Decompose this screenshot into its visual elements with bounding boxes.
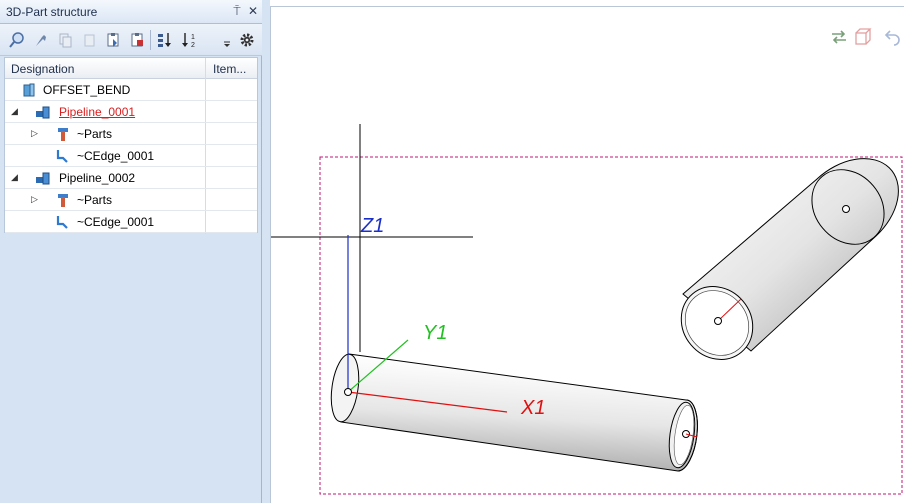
panel-toolbar: 12 <box>0 24 262 56</box>
expand-toggle[interactable]: ▷ <box>31 128 38 139</box>
tree-row[interactable]: ◢ Pipeline_0001 <box>5 101 257 123</box>
pipeline-icon <box>35 170 51 186</box>
column-item[interactable]: Item... <box>213 62 246 76</box>
copy-icon[interactable] <box>56 31 74 49</box>
scene-canvas: Z1 Y1 X1 <box>271 124 903 495</box>
paste-icon[interactable] <box>104 31 122 49</box>
panel-splitter[interactable] <box>262 0 270 503</box>
parts-icon <box>55 126 71 142</box>
edge-icon <box>55 214 71 230</box>
find-icon[interactable] <box>8 31 26 49</box>
panel-title: 3D-Part structure <box>6 5 98 19</box>
z-axis-label: Z1 <box>360 215 384 237</box>
assembly-icon <box>21 82 37 98</box>
sort-descending-icon[interactable]: 12 <box>180 31 198 49</box>
tree-row[interactable]: OFFSET_BEND <box>5 79 257 101</box>
pin-icon[interactable]: ⍑ <box>230 4 244 18</box>
tree-row-label: ~CEdge_0001 <box>77 149 155 163</box>
pipe-upper <box>680 158 899 360</box>
tree-row[interactable]: ~CEdge_0001 <box>5 145 257 167</box>
panel-titlebar: 3D-Part structure ⍑ ✕ <box>0 0 262 24</box>
tree-row[interactable]: ◢ Pipeline_0002 <box>5 167 257 189</box>
parts-icon <box>55 192 71 208</box>
cut-icon[interactable] <box>80 31 98 49</box>
tree-row-label: ~CEdge_0001 <box>77 215 155 229</box>
expand-toggle[interactable]: ▷ <box>31 194 38 205</box>
svg-text:1: 1 <box>191 34 195 41</box>
tree-row-label: Pipeline_0002 <box>59 171 136 185</box>
tree-row-label: ~Parts <box>77 193 113 207</box>
dropdown-icon[interactable] <box>222 36 232 48</box>
wrench-icon[interactable] <box>32 31 50 49</box>
close-icon[interactable]: ✕ <box>246 4 260 18</box>
structure-tree: Designation Item... OFFSET_BEND ◢ Pipeli… <box>4 57 258 234</box>
tree-row-label: ~Parts <box>77 127 113 141</box>
3d-viewport[interactable]: Z1 Y1 X1 <box>270 6 904 503</box>
y-axis-label: Y1 <box>423 322 447 344</box>
pipeline-icon <box>35 104 51 120</box>
sort-ascending-icon[interactable] <box>156 31 174 49</box>
expand-toggle[interactable]: ◢ <box>11 106 18 117</box>
tree-row[interactable]: ▷ ~Parts <box>5 189 257 211</box>
gear-icon[interactable] <box>238 31 256 49</box>
pipe-lower <box>330 353 698 472</box>
edge-icon <box>55 148 71 164</box>
tree-row[interactable]: ~CEdge_0001 <box>5 211 257 233</box>
x-axis-label: X1 <box>520 397 545 419</box>
tree-row[interactable]: ▷ ~Parts <box>5 123 257 145</box>
tree-row-label: OFFSET_BEND <box>43 83 131 97</box>
paste-special-icon[interactable] <box>128 31 146 49</box>
column-designation[interactable]: Designation <box>11 62 74 76</box>
part-structure-panel: 3D-Part structure ⍑ ✕ 12 Designation Ite… <box>0 0 262 503</box>
svg-text:2: 2 <box>191 42 195 49</box>
tree-header: Designation Item... <box>5 58 257 79</box>
expand-toggle[interactable]: ◢ <box>11 172 18 183</box>
tree-row-label: Pipeline_0001 <box>59 105 136 119</box>
